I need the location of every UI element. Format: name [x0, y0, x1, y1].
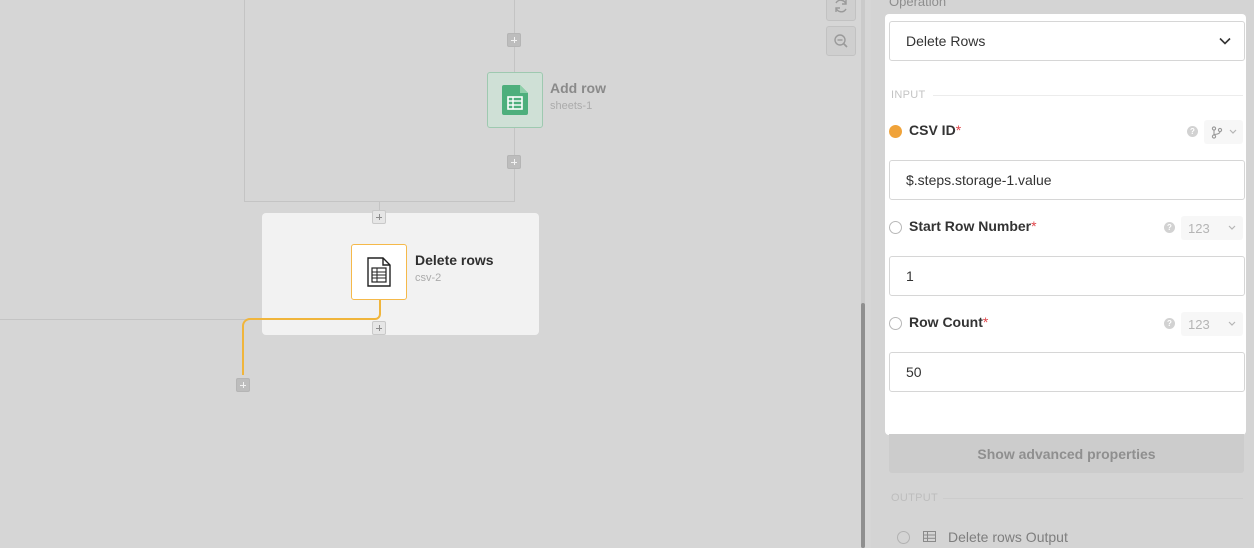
node-title: Add row [550, 80, 606, 96]
add-step-button[interactable] [236, 378, 250, 392]
property-csv-id: CSV ID* ? [887, 120, 1243, 144]
google-sheets-icon [502, 85, 528, 115]
output-item-label: Delete rows Output [948, 529, 1068, 545]
delete-rows-node[interactable] [351, 244, 407, 300]
branch-line-left [244, 0, 245, 202]
section-divider [933, 95, 1243, 96]
start-row-number-input[interactable]: 1 [889, 256, 1245, 296]
add-step-button[interactable] [372, 210, 386, 224]
operation-select[interactable]: Delete Rows [889, 21, 1245, 61]
csv-file-icon [367, 257, 391, 287]
help-icon[interactable]: ? [1164, 318, 1175, 329]
type-selector[interactable] [1204, 120, 1243, 144]
operation-label: Operation [889, 0, 947, 9]
help-icon[interactable]: ? [1187, 126, 1198, 137]
row-count-input[interactable]: 50 [889, 352, 1245, 392]
property-row-count: Row Count* ? 123 [887, 312, 1243, 336]
output-section-label: OUTPUT [891, 492, 939, 504]
output-item[interactable]: Delete rows Output [897, 527, 1197, 547]
canvas-guide-line [0, 319, 262, 320]
operation-select-value: Delete Rows [906, 33, 986, 49]
workflow-canvas[interactable]: Add row sheets-1 Delete rows csv-2 [0, 0, 859, 548]
branch-icon [1211, 125, 1223, 139]
zoom-out-button[interactable] [826, 26, 856, 56]
scrollbar-thumb[interactable] [861, 303, 865, 548]
section-divider [943, 498, 1243, 499]
node-subtitle: sheets-1 [550, 100, 593, 112]
table-icon [923, 531, 936, 542]
add-step-button[interactable] [372, 321, 386, 335]
required-mark: * [1031, 218, 1037, 234]
property-label: CSV ID* [909, 122, 962, 138]
show-advanced-properties-button[interactable]: Show advanced properties [889, 434, 1244, 473]
chevron-down-icon [1219, 37, 1231, 45]
type-selector[interactable]: 123 [1181, 312, 1243, 336]
add-row-node[interactable] [487, 72, 543, 128]
csv-id-input[interactable]: $.steps.storage-1.value [889, 160, 1245, 200]
add-step-button[interactable] [507, 33, 521, 47]
property-label: Row Count* [909, 314, 989, 330]
property-start-row-number: Start Row Number* ? 123 [887, 216, 1243, 240]
type-selector-value: 123 [1188, 220, 1210, 236]
input-section-label: INPUT [891, 89, 926, 101]
output-select-radio[interactable] [897, 531, 910, 544]
connector-line [242, 297, 381, 375]
chevron-down-icon [1228, 321, 1236, 326]
required-mark: * [982, 314, 989, 330]
node-title: Delete rows [415, 252, 494, 268]
zoom-out-icon [834, 34, 848, 48]
chevron-down-icon [1229, 129, 1237, 134]
type-selector[interactable]: 123 [1181, 216, 1243, 240]
chevron-down-icon [1228, 225, 1236, 230]
property-status-indicator[interactable] [889, 221, 902, 234]
node-subtitle: csv-2 [415, 272, 442, 284]
refresh-button[interactable] [826, 0, 856, 21]
add-step-button[interactable] [507, 155, 521, 169]
help-icon[interactable]: ? [1164, 222, 1175, 233]
required-mark: * [955, 122, 962, 138]
property-status-indicator[interactable] [889, 317, 902, 330]
property-label: Start Row Number* [909, 218, 1037, 234]
refresh-icon [835, 0, 847, 13]
property-status-indicator[interactable] [889, 125, 902, 138]
type-selector-value: 123 [1188, 316, 1210, 332]
